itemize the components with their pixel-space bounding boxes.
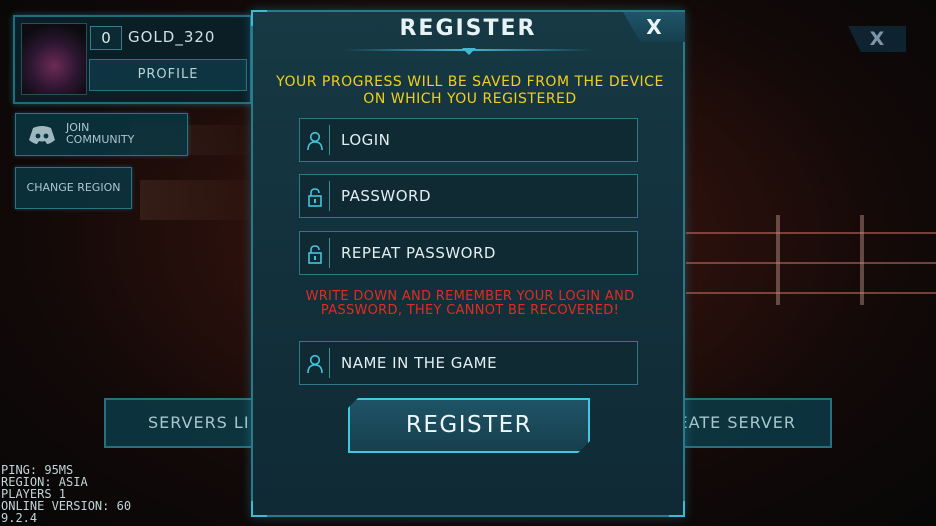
field-divider bbox=[329, 181, 330, 211]
progress-notice: YOUR PROGRESS WILL BE SAVED FROM THE DEV… bbox=[276, 74, 664, 107]
game-name-placeholder: NAME IN THE GAME bbox=[341, 354, 498, 372]
password-placeholder: PASSWORD bbox=[341, 187, 432, 205]
register-submit-button[interactable]: REGISTER bbox=[348, 398, 590, 453]
game-name-field[interactable]: NAME IN THE GAME bbox=[299, 341, 638, 385]
discord-icon bbox=[29, 126, 55, 144]
warning-notice: WRITE DOWN AND REMEMBER YOUR LOGIN AND P… bbox=[305, 289, 635, 318]
dialog-title: REGISTER bbox=[399, 16, 537, 41]
connection-stats: PING: 95MS REGION: ASIA PLAYERS 1 ONLINE… bbox=[1, 464, 131, 524]
gold-balance: GOLD_320 bbox=[128, 28, 216, 46]
password-field[interactable]: PASSWORD bbox=[299, 174, 638, 218]
register-dialog: REGISTER X YOUR PROGRESS WILL BE SAVED F… bbox=[251, 10, 685, 517]
login-field[interactable]: LOGIN bbox=[299, 118, 638, 162]
player-profile-panel: 0 GOLD_320 PROFILE bbox=[13, 15, 252, 104]
field-divider bbox=[329, 125, 330, 155]
frame-corner bbox=[669, 501, 685, 517]
change-region-button[interactable]: CHANGE REGION bbox=[15, 167, 132, 209]
join-community-button[interactable]: JOIN COMMUNITY bbox=[15, 113, 188, 156]
repeat-password-placeholder: REPEAT PASSWORD bbox=[341, 244, 496, 262]
field-divider bbox=[329, 348, 330, 378]
profile-button[interactable]: PROFILE bbox=[89, 59, 247, 91]
servers-list-button[interactable]: SERVERS LI bbox=[104, 398, 264, 448]
avatar[interactable] bbox=[21, 23, 87, 95]
ring-rope bbox=[686, 232, 936, 234]
build-version-readout: 9.2.4 bbox=[1, 511, 38, 525]
background-beam bbox=[140, 180, 250, 220]
ring-post bbox=[860, 215, 864, 305]
login-placeholder: LOGIN bbox=[341, 131, 391, 149]
user-icon bbox=[307, 354, 323, 374]
ring-rope bbox=[686, 262, 936, 264]
ring-post bbox=[776, 215, 780, 305]
create-server-button[interactable]: EATE SERVER bbox=[672, 398, 832, 448]
lock-icon bbox=[308, 188, 322, 207]
field-divider bbox=[329, 238, 330, 268]
frame-corner bbox=[251, 501, 267, 517]
title-notch bbox=[462, 48, 476, 55]
user-icon bbox=[307, 131, 323, 151]
ring-rope bbox=[686, 292, 936, 294]
join-community-label: JOIN COMMUNITY bbox=[66, 121, 135, 146]
lock-icon bbox=[308, 245, 322, 264]
level-badge: 0 bbox=[90, 26, 122, 50]
repeat-password-field[interactable]: REPEAT PASSWORD bbox=[299, 231, 638, 275]
